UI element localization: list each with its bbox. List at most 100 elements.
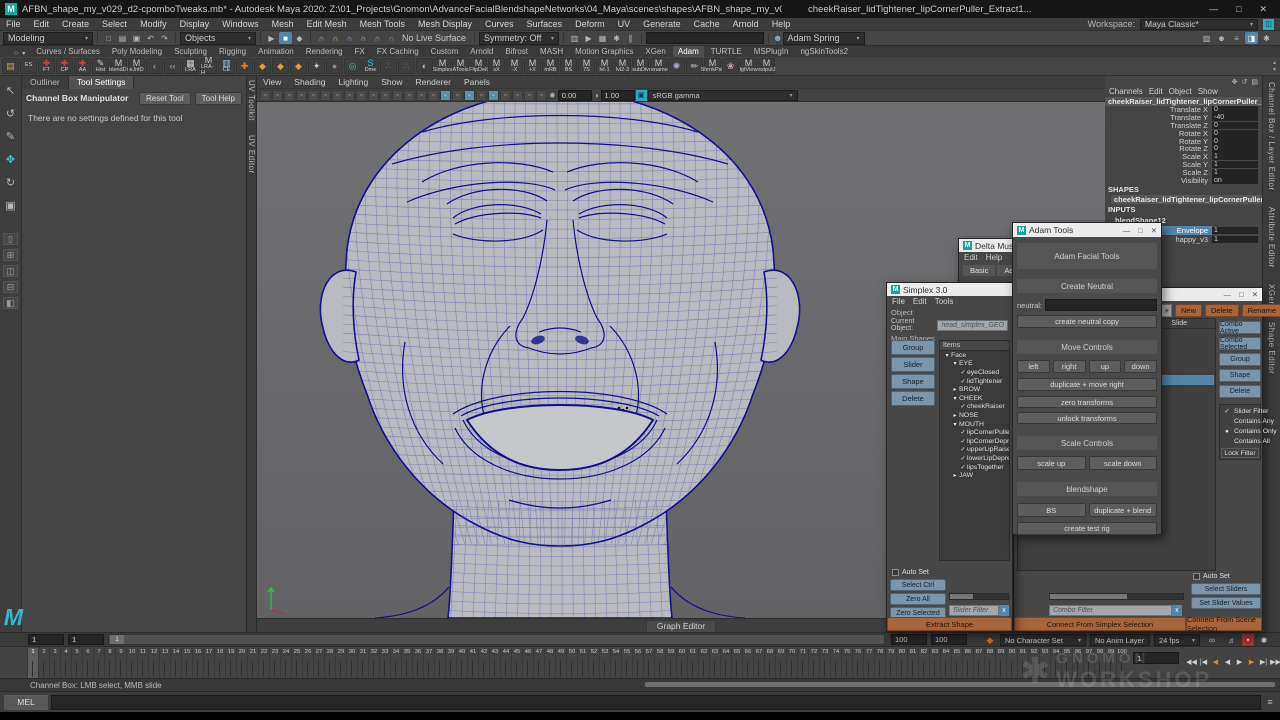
timeline-frame[interactable]: 71 (797, 648, 808, 678)
shelf-menu-icon[interactable]: ○ (14, 50, 18, 57)
minimize-icon[interactable]: — (1209, 4, 1218, 15)
viewport-menu-item[interactable]: Shading (294, 77, 325, 87)
shelf-tab[interactable]: ngSkinTools2 (795, 46, 853, 57)
create-test-rig-button[interactable]: create test rig (1017, 522, 1157, 535)
film-gate-icon[interactable]: ▫ (320, 90, 331, 101)
tree-item[interactable]: ✓ lipsTogether (940, 463, 1009, 472)
combo-side-button[interactable]: Combo Selected (1219, 337, 1261, 350)
snap-plane-icon[interactable]: ∩ (357, 32, 370, 44)
speed-icon[interactable]: ↺ (1242, 77, 1248, 86)
anti-aliasing-icon[interactable]: ▫ (512, 90, 523, 101)
viewport-menu-item[interactable]: Show (381, 77, 402, 87)
timeline-frame[interactable]: 87 (973, 648, 984, 678)
snap-grid-icon[interactable]: ∩ (315, 32, 328, 44)
menu-item[interactable]: Mesh Display (418, 19, 472, 29)
menu-item[interactable]: Generate (643, 19, 681, 29)
step-back-key-button[interactable]: ◀ (1210, 655, 1221, 668)
timeline-frame[interactable]: 58 (654, 648, 665, 678)
timeline-frame[interactable]: 42 (478, 648, 489, 678)
shelf-tab[interactable]: Rigging (214, 46, 251, 57)
timeline-frame[interactable]: 12 (148, 648, 159, 678)
timeline-frame[interactable]: 30 (346, 648, 357, 678)
combo-side-button[interactable]: Delete (1219, 385, 1261, 398)
shelf-item[interactable]: M +X (524, 58, 541, 74)
menu-item[interactable]: File (6, 19, 21, 29)
menu-item[interactable]: Select (102, 19, 127, 29)
shelf-item[interactable]: M lvl2-3 (614, 58, 631, 74)
delta-mush-menu-item[interactable]: Edit (964, 253, 978, 262)
snap-curve-icon[interactable]: ∩ (329, 32, 342, 44)
tree-item[interactable]: ✓ lipCornerDepress (940, 437, 1009, 446)
channelbox-menu-item[interactable]: Object (1169, 87, 1192, 96)
shelf-tab[interactable]: Curves / Surfaces (31, 46, 105, 57)
timeline-frame[interactable]: 54 (610, 648, 621, 678)
clear-slider-filter-button[interactable]: x (999, 605, 1009, 616)
shelf-options-icon[interactable]: ▾ (22, 50, 25, 57)
headsup-display-icon[interactable]: ▫ (392, 90, 403, 101)
workspace-dropdown[interactable]: Maya Classic*▾ (1140, 19, 1258, 30)
menu-set-dropdown[interactable]: Modeling▾ (3, 32, 93, 45)
menu-item[interactable]: Display (180, 19, 210, 29)
timeline-frame[interactable]: 55 (621, 648, 632, 678)
new-scene-icon[interactable]: □ (102, 32, 115, 44)
timeline-frame[interactable]: 52 (588, 648, 599, 678)
quick-input-field[interactable] (646, 32, 764, 44)
shelf-tab[interactable]: MSPlugIn (749, 46, 794, 57)
timeline-frame[interactable]: 17 (203, 648, 214, 678)
timeline-frame[interactable]: 69 (775, 648, 786, 678)
workspace-settings-icon[interactable]: ✱ (1260, 32, 1273, 44)
timeline-frame[interactable]: 98 (1094, 648, 1105, 678)
timeline-frame[interactable]: 14 (170, 648, 181, 678)
timeline-frame[interactable]: 2 (38, 648, 49, 678)
filter-option[interactable]: ● Contains Only (1221, 426, 1259, 436)
menu-item[interactable]: Surfaces (527, 19, 563, 29)
timeline-frame[interactable]: 91 (1017, 648, 1028, 678)
filter-option[interactable]: Contains Any (1221, 416, 1259, 426)
render-settings-icon[interactable]: ✱ (610, 32, 623, 44)
timeline-frame[interactable]: 89 (995, 648, 1006, 678)
shelf-tab[interactable]: Sculpting (169, 46, 212, 57)
clear-combo-filter-button[interactable]: x (1172, 605, 1182, 616)
rotate-tool-icon[interactable]: ↻ (3, 174, 19, 190)
combo-top-button[interactable]: New (1175, 304, 1202, 317)
screen-space-ao-icon[interactable]: ▫ (488, 90, 499, 101)
mel-input[interactable] (51, 695, 1261, 710)
shelf-tab[interactable]: Motion Graphics (570, 46, 638, 57)
shelf-item[interactable]: M -X (506, 58, 523, 74)
timeline-frame[interactable]: 26 (302, 648, 313, 678)
select-object-icon[interactable]: ■ (279, 32, 292, 44)
timeline-frame[interactable]: 79 (885, 648, 896, 678)
save-scene-icon[interactable]: ▣ (130, 32, 143, 44)
shelf-tab[interactable]: Bifrost (500, 46, 533, 57)
shelf-item[interactable]: M LRA-H (200, 58, 217, 74)
combo-side-button[interactable]: Shape (1219, 369, 1261, 382)
unlock-transforms-button[interactable]: unlock transforms (1017, 412, 1157, 424)
simplex-menu-item[interactable]: Edit (913, 297, 927, 306)
timeline-frame[interactable]: 60 (676, 648, 687, 678)
minimize-icon[interactable]: — (1224, 290, 1232, 299)
set-slider-values-button[interactable]: Set Slider Values (1191, 597, 1261, 609)
shelf-tab[interactable]: Poly Modeling (107, 46, 167, 57)
select-hierarchy-icon[interactable]: ▶ (265, 32, 278, 44)
tree-item[interactable]: ✓ upperLipRaiser (940, 446, 1009, 455)
timeline-frame[interactable]: 24 (280, 648, 291, 678)
fps-dropdown[interactable]: 24 fps▾ (1154, 634, 1200, 646)
shelf-tab[interactable]: Arnold (465, 46, 498, 57)
isolate-select-icon[interactable]: ▫ (536, 90, 547, 101)
direction-button[interactable]: down (1124, 360, 1157, 373)
timeline-frame[interactable]: 70 (786, 648, 797, 678)
timeline-frame[interactable]: 15 (181, 648, 192, 678)
scale-down-button[interactable]: scale down (1089, 456, 1158, 470)
shelf-item[interactable]: M 7S (578, 58, 595, 74)
menu-item[interactable]: Arnold (733, 19, 759, 29)
ipr-render-icon[interactable]: ▦ (596, 32, 609, 44)
gamma-field[interactable]: 1.00 (601, 90, 635, 101)
toggle-character-icon[interactable]: ☻ (1215, 32, 1228, 44)
shelf-item[interactable]: M subDiv (632, 58, 649, 74)
horizontal-scrollbar[interactable] (645, 682, 1275, 687)
paint-select-tool-icon[interactable]: ✎ (3, 128, 19, 144)
shelf-item[interactable]: M eJntD (128, 58, 145, 74)
combo-top-button[interactable]: Rename (1242, 304, 1280, 317)
time-slider[interactable]: 1234567891011121314151617181920212223242… (27, 648, 1127, 678)
timeline-frame[interactable]: 62 (698, 648, 709, 678)
